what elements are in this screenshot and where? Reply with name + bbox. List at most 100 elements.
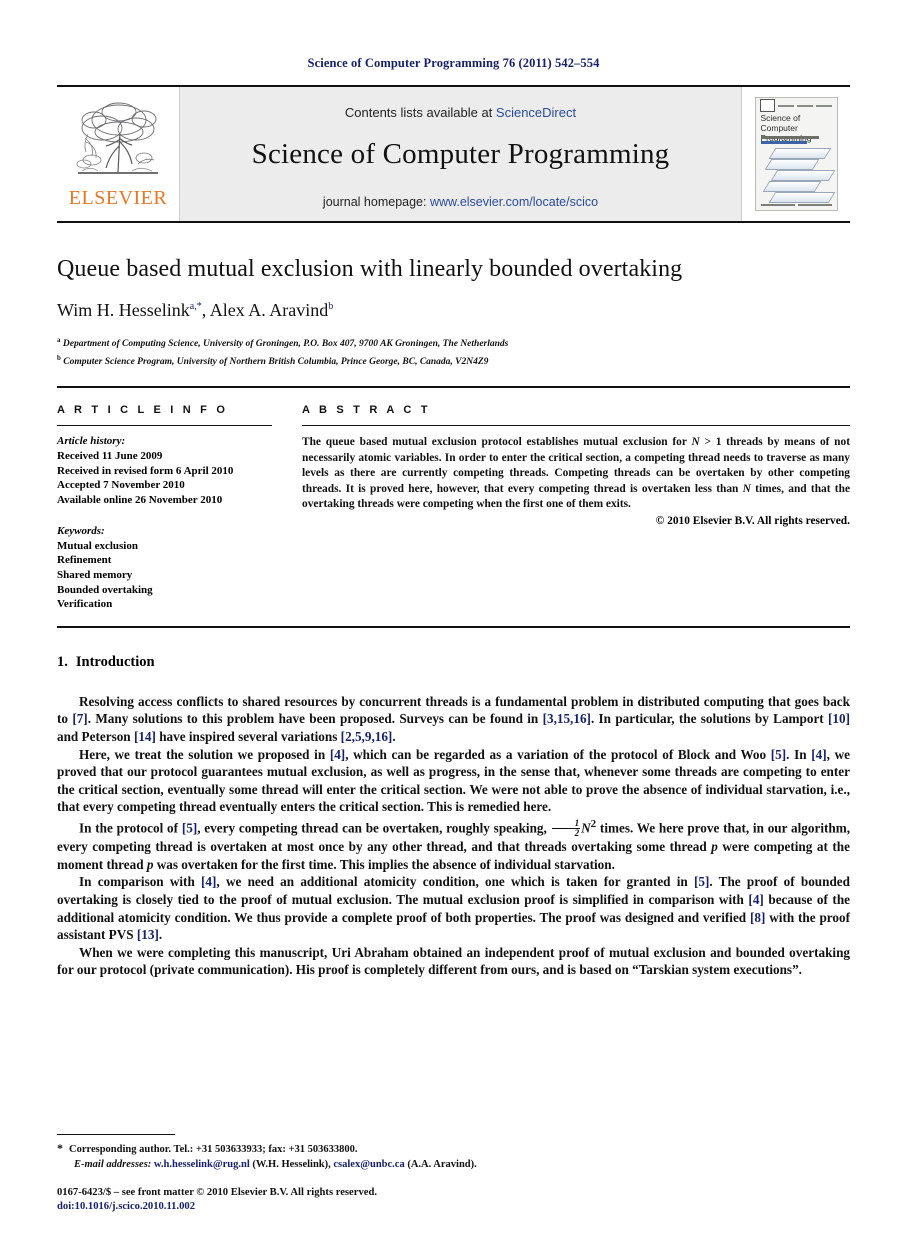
citation-link[interactable]: [7]: [72, 711, 87, 726]
cover-footer: [760, 204, 832, 206]
p3-seg-5: was overtaken for the first time. This i…: [153, 856, 615, 872]
citation-link[interactable]: [2,5,9,16]: [341, 729, 393, 744]
citation-link[interactable]: [14]: [134, 729, 156, 744]
history-item: Received in revised form 6 April 2010: [57, 464, 234, 477]
running-head: Science of Computer Programming 76 (2011…: [307, 56, 600, 70]
footnote-rule: [57, 1134, 175, 1135]
footnote-area: * Corresponding author. Tel.: +31 5036339…: [57, 1134, 850, 1172]
keyword-item: Bounded overtaking: [57, 583, 153, 596]
contents-prefix: Contents lists available at: [344, 105, 496, 120]
citation-link[interactable]: [13]: [137, 927, 159, 942]
citation-link[interactable]: [8]: [750, 910, 765, 925]
p4-seg-6: .: [158, 927, 163, 943]
email-label: E-mail addresses:: [74, 1159, 152, 1170]
abstract-var-n1: N: [691, 436, 700, 449]
homepage-prefix: journal homepage:: [322, 195, 430, 209]
sciencedirect-link[interactable]: ScienceDirect: [496, 105, 576, 120]
section-number: 1.: [57, 653, 68, 670]
affiliation-a: a Department of Computing Science, Unive…: [57, 333, 850, 351]
p4-seg-1: In comparison with: [79, 874, 202, 890]
contents-list-line: Contents lists available at ScienceDirec…: [345, 105, 576, 120]
citation-link[interactable]: [5]: [771, 747, 786, 762]
doi-line[interactable]: doi:10.1016/j.scico.2010.11.002: [57, 1200, 377, 1214]
section-heading-introduction: 1. Introduction: [57, 654, 850, 671]
section-title: Introduction: [75, 653, 155, 670]
p1-seg-6: .: [392, 729, 396, 745]
keyword-item: Verification: [57, 598, 113, 611]
cover-rule-2: [796, 104, 814, 107]
p1-seg-5: have inspired several variations: [155, 729, 341, 745]
article-info-column: A R T I C L E I N F O Article history: R…: [57, 388, 302, 612]
journal-cover-cell: Science of Computer Programming: [742, 87, 850, 221]
footnote-star-marker: *: [57, 1141, 63, 1155]
cover-rule-3: [816, 104, 833, 107]
email-link-2[interactable]: csalex@unbc.ca: [333, 1159, 404, 1170]
body-paragraph-1: Resolving access conflicts to shared res…: [57, 693, 850, 746]
affiliation-mark-b: b: [57, 354, 61, 363]
abstract-column: A B S T R A C T The queue based mutual e…: [302, 388, 850, 612]
keywords-label: Keywords:: [57, 525, 105, 538]
keywords-block: Keywords: Mutual exclusion Refinement Sh…: [57, 524, 272, 612]
history-item: Received 11 June 2009: [57, 449, 163, 462]
journal-title: Science of Computer Programming: [251, 138, 670, 170]
journal-homepage-link[interactable]: www.elsevier.com/locate/scico: [430, 195, 598, 209]
abstract-rule: [302, 425, 850, 427]
cover-graphic: [758, 146, 835, 203]
email-addresses-note: E-mail addresses: w.h.hesselink@rug.nl (…: [57, 1157, 850, 1172]
citation-link[interactable]: [5]: [694, 874, 709, 889]
p5-seg-1: When we were completing this manuscript,…: [57, 944, 850, 978]
cover-stamp-icon: [759, 99, 775, 112]
keyword-item: Refinement: [57, 554, 112, 567]
fraction-one-half: 12: [551, 819, 581, 839]
abstract-copyright: © 2010 Elsevier B.V. All rights reserved…: [655, 515, 850, 528]
keyword-item: Shared memory: [57, 569, 133, 582]
citation-link[interactable]: [3,15,16]: [543, 711, 591, 726]
p2-seg-1: Here, we treat the solution we proposed …: [79, 746, 330, 762]
cover-subtitle-lines: [760, 136, 831, 146]
fraction-denominator: 2: [574, 828, 580, 839]
citation-link[interactable]: [5]: [182, 820, 197, 835]
journal-masthead: ELSEVIER Contents lists available at Sci…: [57, 85, 850, 223]
journal-cover-thumbnail[interactable]: Science of Computer Programming: [754, 97, 838, 211]
p3-var-p-1: p: [711, 839, 718, 855]
body-paragraph-5: When we were completing this manuscript,…: [57, 944, 850, 979]
affiliation-list: a Department of Computing Science, Unive…: [57, 333, 850, 369]
affiliation-b: b Computer Science Program, University o…: [57, 351, 850, 369]
citation-link[interactable]: [4]: [201, 874, 216, 889]
affiliation-mark-a: a: [57, 336, 61, 344]
body-paragraph-2: Here, we treat the solution we proposed …: [57, 746, 850, 816]
abstract-var-n2: N: [742, 482, 751, 495]
cover-rule-1: [777, 104, 794, 107]
author-mark-1[interactable]: a,*: [190, 301, 202, 312]
p2-seg-2: , which can be regarded as a variation o…: [345, 746, 771, 762]
affiliation-text-a: Department of Computing Science, Univers…: [62, 339, 509, 350]
article-history-block: Article history: Received 11 June 2009 R…: [57, 434, 272, 507]
affiliation-text-b: Computer Science Program, University of …: [63, 357, 489, 368]
body-paragraph-3: In the protocol of [5], every competing …: [57, 816, 850, 873]
p3-seg-2: , every competing thread can be overtake…: [197, 820, 551, 836]
citation-link[interactable]: [4]: [748, 892, 763, 907]
email-owner-1: (W.H. Hesselink): [252, 1159, 329, 1170]
publisher-logo: ELSEVIER: [57, 87, 179, 221]
imprint-block: 0167-6423/$ – see front matter © 2010 El…: [57, 1186, 377, 1214]
masthead-center: Contents lists available at ScienceDirec…: [179, 87, 742, 221]
author-mark-2[interactable]: b: [328, 301, 333, 312]
abstract-bottom-divider: [57, 625, 850, 628]
email-link-1[interactable]: w.h.hesselink@rug.nl: [154, 1159, 250, 1170]
keyword-item: Mutual exclusion: [57, 539, 138, 552]
journal-homepage-line: journal homepage: www.elsevier.com/locat…: [323, 195, 598, 209]
article-info-heading: A R T I C L E I N F O: [57, 404, 229, 417]
email-owner-2: (A.A. Aravind): [407, 1159, 475, 1170]
article-history-label: Article history:: [57, 435, 126, 448]
front-matter-line: 0167-6423/$ – see front matter © 2010 El…: [57, 1187, 377, 1198]
info-abstract-row: A R T I C L E I N F O Article history: R…: [57, 388, 850, 612]
article-info-rule: [57, 425, 272, 427]
history-item: Accepted 7 November 2010: [57, 479, 185, 492]
citation-link[interactable]: [4]: [330, 747, 345, 762]
journal-article-page: Science of Computer Programming 76 (2011…: [0, 0, 907, 1238]
email-end-period: .: [474, 1159, 477, 1170]
author-name-1: Wim H. Hesselink: [57, 300, 190, 320]
citation-link[interactable]: [4]: [811, 747, 826, 762]
citation-link[interactable]: [10]: [828, 711, 850, 726]
p1-seg-2: . Many solutions to this problem have be…: [87, 711, 543, 727]
